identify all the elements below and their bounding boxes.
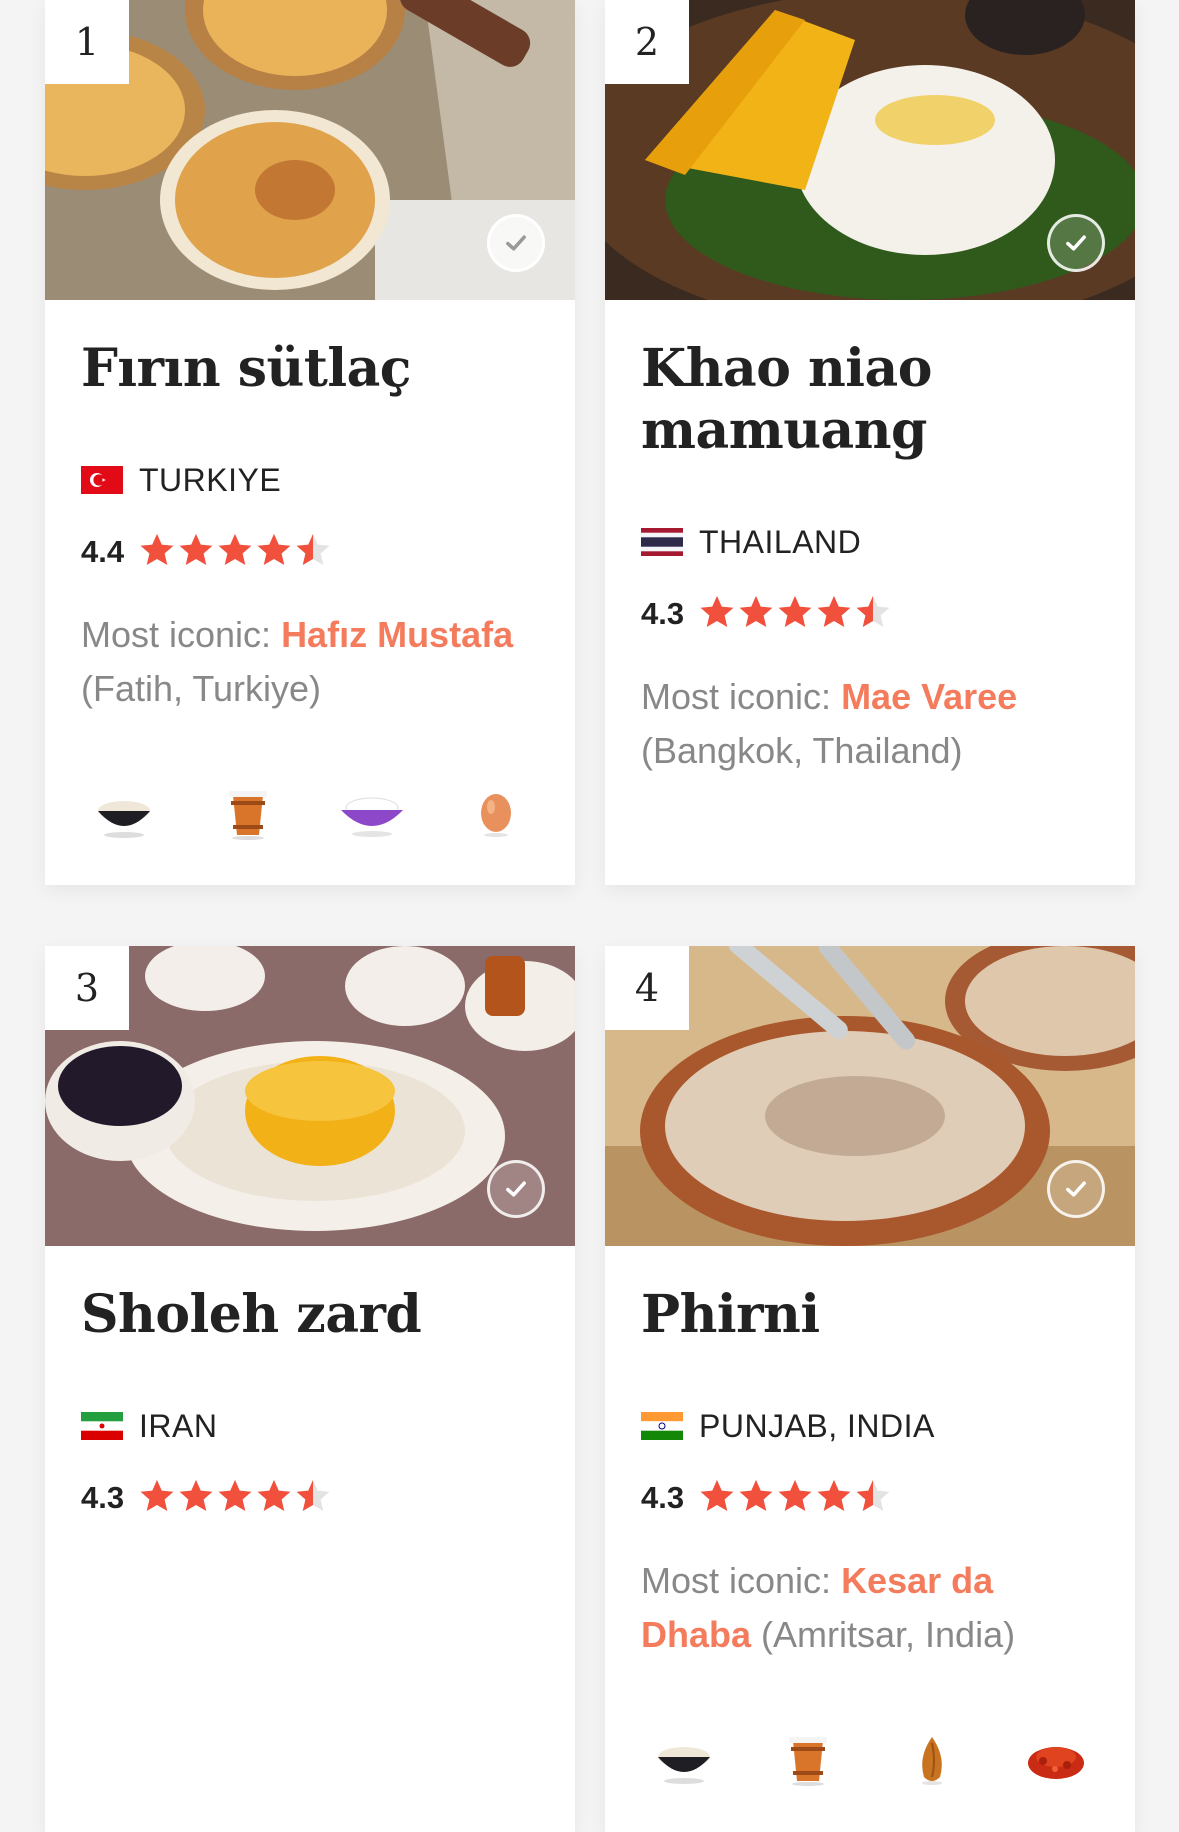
country-name: TURKIYE	[139, 461, 282, 498]
star-icon	[255, 531, 294, 574]
most-iconic: Most iconic: Hafız Mustafa (Fatih, Turki…	[81, 608, 539, 716]
star-rating	[138, 531, 333, 574]
rating-row: 4.3	[641, 592, 1099, 636]
dish-title[interactable]: Khao niao mamuang	[641, 338, 1099, 462]
country-name: THAILAND	[699, 523, 862, 560]
iconic-place-link[interactable]: Hafız Mustafa	[281, 614, 513, 655]
dish-photo[interactable]: 2	[605, 0, 1135, 300]
rating-row: 4.3	[81, 1476, 539, 1520]
country-name: PUNJAB, INDIA	[699, 1407, 935, 1444]
rank-badge: 3	[45, 946, 129, 1030]
most-iconic: Most iconic: Kesar da Dhaba (Amritsar, I…	[641, 1554, 1099, 1662]
dish-grid: 1 Fırın sütlaç TURKIYE 4.4 Most iconic: …	[0, 0, 1179, 1832]
iconic-place-link[interactable]: Mae Varee	[841, 676, 1017, 717]
most-iconic-label: Most iconic:	[641, 676, 842, 717]
dish-title[interactable]: Phirni	[641, 1284, 1099, 1346]
thailand-flag-icon	[641, 528, 683, 556]
check-icon[interactable]	[487, 214, 545, 272]
country-row[interactable]: THAILAND	[641, 522, 1099, 562]
most-iconic: Most iconic: Mae Varee (Bangkok, Thailan…	[641, 670, 1099, 778]
iconic-location: (Bangkok, Thailand)	[641, 730, 963, 771]
star-icon	[138, 1477, 177, 1520]
dish-title[interactable]: Sholeh zard	[81, 1284, 539, 1346]
rating-value: 4.3	[81, 1480, 125, 1515]
star-icon	[255, 1477, 294, 1520]
star-rating	[698, 593, 893, 636]
star-rating	[138, 1477, 333, 1520]
rice-bowl-icon[interactable]	[89, 786, 159, 842]
star-icon	[177, 531, 216, 574]
dish-photo[interactable]: 3	[45, 946, 575, 1246]
wooden-bucket-icon[interactable]	[773, 1732, 843, 1788]
check-icon[interactable]	[1047, 1160, 1105, 1218]
dish-photo[interactable]: 4	[605, 946, 1135, 1246]
star-icon	[698, 593, 737, 636]
star-icon	[294, 531, 333, 574]
star-icon	[216, 531, 255, 574]
ingredient-list	[641, 1732, 1099, 1788]
most-iconic-label: Most iconic:	[641, 1560, 842, 1601]
star-rating	[698, 1477, 893, 1520]
dish-card[interactable]: 2 Khao niao mamuang THAILAND 4.3 Most ic…	[605, 0, 1135, 885]
cream-bowl-icon[interactable]	[337, 786, 407, 842]
iconic-location: (Amritsar, India)	[751, 1614, 1016, 1655]
star-icon	[776, 593, 815, 636]
star-icon	[138, 531, 177, 574]
star-icon	[737, 1477, 776, 1520]
most-iconic-label: Most iconic:	[81, 614, 282, 655]
rank-badge: 2	[605, 0, 689, 84]
rating-value: 4.4	[81, 534, 125, 569]
rice-bowl-icon[interactable]	[649, 1732, 719, 1788]
star-icon	[737, 593, 776, 636]
star-icon	[294, 1477, 333, 1520]
rating-row: 4.3	[641, 1476, 1099, 1520]
country-row[interactable]: PUNJAB, INDIA	[641, 1406, 1099, 1446]
rating-value: 4.3	[641, 596, 685, 631]
star-icon	[698, 1477, 737, 1520]
country-row[interactable]: TURKIYE	[81, 460, 539, 500]
country-row[interactable]: IRAN	[81, 1406, 539, 1446]
star-icon	[815, 1477, 854, 1520]
dish-title[interactable]: Fırın sütlaç	[81, 338, 539, 400]
egg-icon[interactable]	[461, 786, 531, 842]
dish-card[interactable]: 3 Sholeh zard IRAN 4.3	[45, 946, 575, 1832]
iran-flag-icon	[81, 1412, 123, 1440]
country-name: IRAN	[139, 1407, 218, 1444]
star-icon	[216, 1477, 255, 1520]
dish-card[interactable]: 1 Fırın sütlaç TURKIYE 4.4 Most iconic: …	[45, 0, 575, 885]
wooden-bucket-icon[interactable]	[213, 786, 283, 842]
star-icon	[177, 1477, 216, 1520]
dish-card[interactable]: 4 Phirni PUNJAB, INDIA 4.3 Most iconic: …	[605, 946, 1135, 1832]
india-flag-icon	[641, 1412, 683, 1440]
almond-icon[interactable]	[897, 1732, 967, 1788]
rating-row: 4.4	[81, 530, 539, 574]
turkey-flag-icon	[81, 466, 123, 494]
star-icon	[854, 593, 893, 636]
ingredient-list	[81, 786, 539, 842]
star-icon	[776, 1477, 815, 1520]
star-icon	[854, 1477, 893, 1520]
rank-badge: 1	[45, 0, 129, 84]
check-icon[interactable]	[487, 1160, 545, 1218]
check-icon[interactable]	[1047, 214, 1105, 272]
iconic-location: (Fatih, Turkiye)	[81, 668, 322, 709]
star-icon	[815, 593, 854, 636]
dish-photo[interactable]: 1	[45, 0, 575, 300]
rank-badge: 4	[605, 946, 689, 1030]
saffron-icon[interactable]	[1021, 1732, 1091, 1788]
rating-value: 4.3	[641, 1480, 685, 1515]
